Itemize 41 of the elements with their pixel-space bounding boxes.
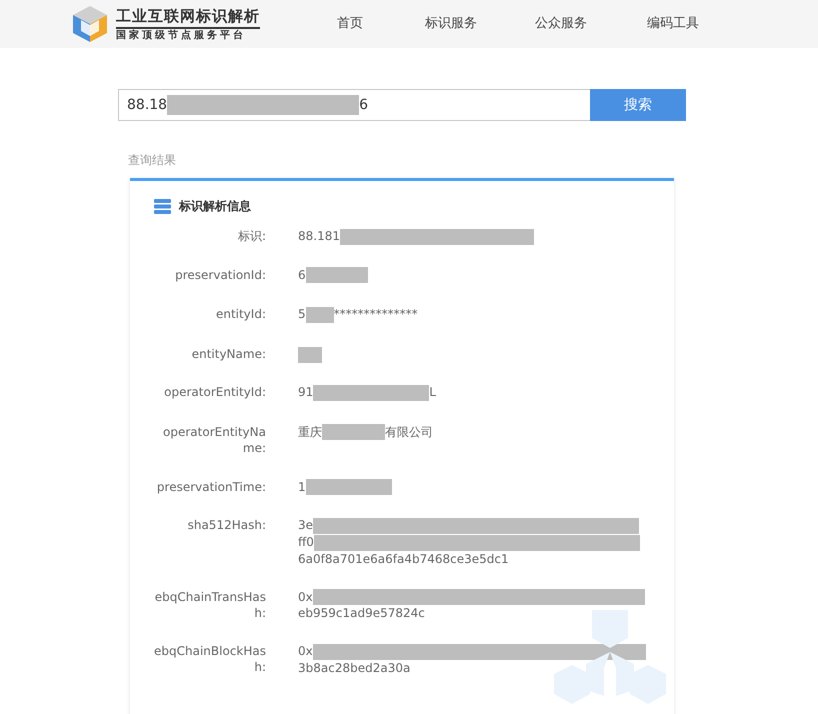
field-label: entityName: xyxy=(190,346,266,363)
field-value: 88.181 xyxy=(298,229,340,243)
nav-link[interactable]: 公众服务 xyxy=(535,14,587,34)
field-value: 6a0f8a701e6a6fa4b7468ce3e5dc1 xyxy=(298,552,509,566)
logo-title: 工业互联网标识解析 xyxy=(116,6,260,28)
nav-link[interactable]: 首页 xyxy=(337,14,363,34)
field-label: 标识: xyxy=(236,228,266,245)
redaction-block xyxy=(322,424,385,440)
nav-link[interactable]: 标识服务 xyxy=(425,14,477,34)
redaction-block xyxy=(298,346,322,363)
field-value: 91 xyxy=(298,384,314,399)
field-label: entityId: xyxy=(214,306,266,324)
field-label: operatorEntityId: xyxy=(163,384,266,401)
field-label: ebqChainTransHash: xyxy=(154,588,266,622)
field-value: 5 xyxy=(298,307,306,322)
field-value: 6 xyxy=(298,268,306,282)
field-label: preservationTime: xyxy=(156,478,266,496)
field-value: eb959c1ad9e57824c xyxy=(298,606,425,620)
cube-logo-icon xyxy=(72,5,108,43)
field-value: 1 xyxy=(298,480,306,494)
field-value: 重庆 xyxy=(298,424,322,439)
nav-link[interactable]: 编码工具 xyxy=(647,14,699,34)
field-label: sha512Hash: xyxy=(186,517,266,534)
card-title: 标识解析信息 xyxy=(179,198,251,215)
results-label: 查询结果 xyxy=(128,152,177,169)
field-value: 0x xyxy=(298,590,313,604)
field-value: L xyxy=(429,384,436,399)
field-label: preservationId: xyxy=(174,266,266,284)
search-field[interactable]: 88.18 6 xyxy=(118,89,590,121)
field-value: 0x xyxy=(298,644,313,658)
field-value: ff0 xyxy=(298,535,314,550)
list-icon xyxy=(154,198,171,214)
field-label: operatorEntityName: xyxy=(162,424,266,456)
field-label: ebqChainBlockHash: xyxy=(154,643,266,676)
redaction-block xyxy=(306,307,334,324)
logo-subtitle: 国家顶级节点服务平台 xyxy=(116,28,247,42)
field-value: 3b8ac28bed2a30a xyxy=(298,661,410,676)
field-value: 3e xyxy=(298,518,314,532)
redaction-block xyxy=(306,267,368,284)
field-value: ************** xyxy=(334,307,418,322)
field-value: 有限公司 xyxy=(385,424,433,439)
